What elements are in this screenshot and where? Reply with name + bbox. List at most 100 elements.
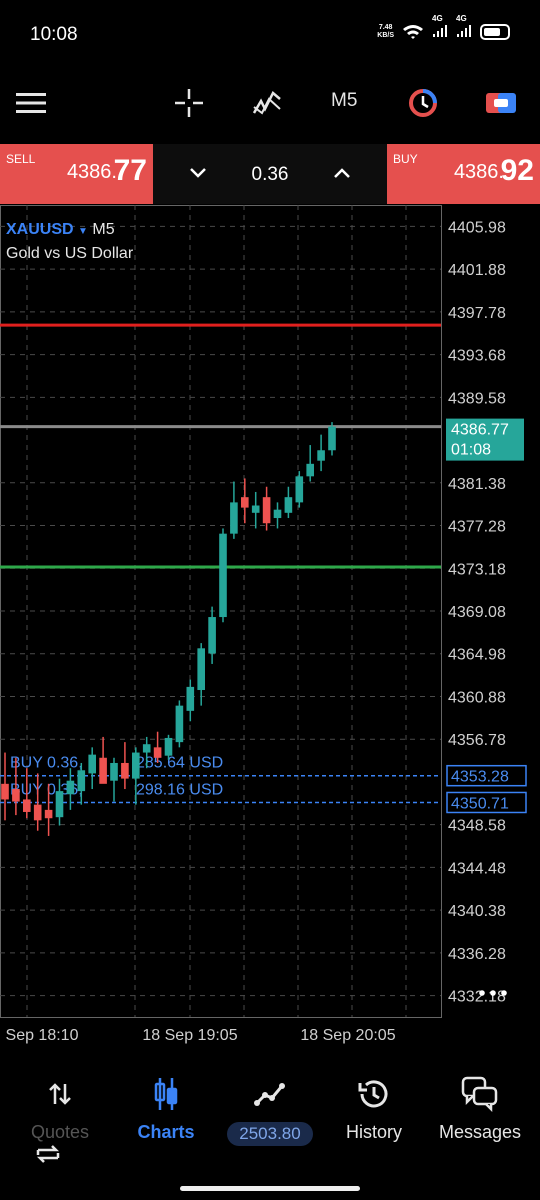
status-time: 10:08 bbox=[30, 24, 78, 45]
y-tick-label: 4401.88 bbox=[448, 262, 506, 279]
history-icon bbox=[358, 1080, 388, 1108]
battery-icon bbox=[480, 24, 510, 40]
candle-body bbox=[219, 533, 227, 618]
y-tick-label: 4397.78 bbox=[448, 305, 506, 322]
sell-button[interactable]: SELL 4386. 77 bbox=[0, 144, 153, 204]
hamburger-icon[interactable] bbox=[14, 86, 48, 120]
net-speed: 7.48 KB/S bbox=[377, 24, 394, 39]
nav-history-label: History bbox=[345, 1122, 402, 1142]
candle-body bbox=[23, 799, 31, 812]
indicators-icon[interactable] bbox=[250, 86, 284, 120]
current-price-label: 4386.77 bbox=[451, 422, 509, 439]
nav-history[interactable]: History bbox=[320, 1076, 428, 1143]
candle-body bbox=[328, 426, 336, 451]
messages-icon bbox=[461, 1076, 498, 1112]
buy-price-pips: 92 bbox=[500, 154, 534, 187]
candle-body bbox=[186, 686, 195, 711]
y-tick-label: 4393.68 bbox=[448, 348, 506, 365]
y-tick-label: 4348.58 bbox=[448, 818, 506, 835]
y-tick-label: 4360.88 bbox=[448, 689, 506, 706]
candle-body bbox=[317, 450, 325, 461]
nav-trade[interactable]: 2503.80 bbox=[216, 1076, 324, 1146]
y-tick-label: 4344.48 bbox=[448, 860, 506, 877]
symbol-timeframe: M5 bbox=[92, 221, 115, 238]
candle-body bbox=[12, 789, 20, 802]
y-tick-label: 4381.38 bbox=[448, 476, 506, 493]
buy-button[interactable]: BUY 4386. 92 bbox=[387, 144, 540, 204]
candle-body bbox=[197, 648, 205, 691]
candle-body bbox=[110, 762, 118, 781]
more-options-icon[interactable] bbox=[479, 990, 485, 996]
candle-body bbox=[164, 737, 173, 756]
x-tick-label: 18 Sep 19:05 bbox=[142, 1027, 237, 1044]
nav-quotes-label: Quotes bbox=[30, 1122, 90, 1142]
objects-icon[interactable] bbox=[406, 86, 440, 120]
chart-svg[interactable]: 4405.98 4401.88 4397.78 4393.68 4389.58 4381.… bbox=[0, 205, 540, 1050]
trade-icon[interactable] bbox=[484, 86, 518, 120]
signal-4g-2: 4G bbox=[456, 14, 472, 40]
price-chart[interactable]: 4405.98 4401.88 4397.78 4393.68 4389.58 4381.… bbox=[0, 205, 540, 1050]
symbol-dropdown-icon[interactable]: ▼ bbox=[78, 226, 88, 237]
sell-price-pips: 77 bbox=[113, 154, 147, 187]
wifi-icon bbox=[403, 25, 423, 39]
symbol-name[interactable]: XAUUSD bbox=[6, 221, 74, 238]
y-tick-label: 4373.18 bbox=[448, 561, 506, 578]
status-bar: 10:08 7.48 KB/S 4G 4G bbox=[0, 0, 540, 70]
nav-charts-label: Charts bbox=[137, 1122, 195, 1142]
home-indicator bbox=[180, 1186, 360, 1191]
more-options-icon[interactable] bbox=[490, 990, 496, 996]
candle-body bbox=[142, 744, 151, 753]
chevron-up-icon bbox=[334, 168, 350, 178]
candle-body bbox=[88, 754, 96, 774]
volume-increase-button[interactable] bbox=[327, 158, 357, 188]
more-options-icon[interactable] bbox=[501, 990, 507, 996]
candlestick-icon bbox=[154, 1078, 178, 1110]
candle-body bbox=[284, 497, 293, 513]
position-profit[interactable]: 285.64 USD bbox=[136, 755, 223, 772]
y-tick-label: 4364.98 bbox=[448, 647, 506, 664]
candle-body bbox=[1, 783, 9, 800]
timeframe-button[interactable]: M5 bbox=[331, 90, 357, 112]
position-label[interactable]: BUY 0.36, bbox=[10, 755, 83, 772]
y-tick-label: 4336.28 bbox=[448, 946, 506, 963]
y-tick-label: 4389.58 bbox=[448, 390, 506, 407]
candle-body bbox=[306, 463, 314, 477]
x-tick-label: 18 Sep 20:05 bbox=[300, 1027, 395, 1044]
sell-label: SELL bbox=[6, 152, 36, 166]
bottom-navigation: Quotes Charts 2503.80 History Messages bbox=[0, 1062, 540, 1200]
candle-body bbox=[251, 505, 260, 513]
y-tick-label: 4377.28 bbox=[448, 519, 506, 536]
sort-arrows-icon bbox=[49, 1083, 71, 1105]
candle-body bbox=[55, 791, 64, 818]
x-tick-label: Sep 18:10 bbox=[6, 1027, 79, 1044]
swap-icon[interactable] bbox=[34, 1142, 62, 1166]
position-price: 4350.71 bbox=[451, 795, 509, 812]
y-tick-label: 4340.38 bbox=[448, 903, 506, 920]
signal-4g-1: 4G bbox=[432, 14, 448, 40]
signal-icon bbox=[457, 25, 471, 37]
candle-body bbox=[295, 476, 304, 503]
candle-body bbox=[208, 617, 216, 654]
account-balance: 2503.80 bbox=[227, 1122, 313, 1146]
candle-body bbox=[44, 809, 53, 819]
position-price: 4353.28 bbox=[451, 769, 509, 786]
crosshair-icon[interactable] bbox=[172, 86, 206, 120]
signal-icon bbox=[433, 25, 447, 37]
nav-messages[interactable]: Messages bbox=[426, 1076, 534, 1143]
buy-label: BUY bbox=[393, 152, 418, 166]
symbol-description: Gold vs US Dollar bbox=[6, 245, 134, 262]
chart-toolbar: M5 bbox=[0, 72, 540, 134]
position-profit[interactable]: 298.16 USD bbox=[136, 781, 223, 798]
buy-price-prefix: 4386. bbox=[453, 161, 504, 183]
symbol-info: XAUUSD ▼ M5 Gold vs US Dollar bbox=[6, 219, 133, 265]
candle-body bbox=[121, 762, 129, 779]
candle-body bbox=[262, 497, 271, 524]
candle-body bbox=[230, 502, 238, 534]
nav-quotes[interactable]: Quotes bbox=[6, 1076, 114, 1163]
candle-body bbox=[66, 780, 75, 795]
candle-body bbox=[132, 752, 140, 779]
candle-body bbox=[153, 747, 162, 758]
sell-price-prefix: 4386. bbox=[66, 161, 117, 183]
nav-charts[interactable]: Charts bbox=[112, 1076, 220, 1143]
candle-body bbox=[33, 804, 42, 821]
